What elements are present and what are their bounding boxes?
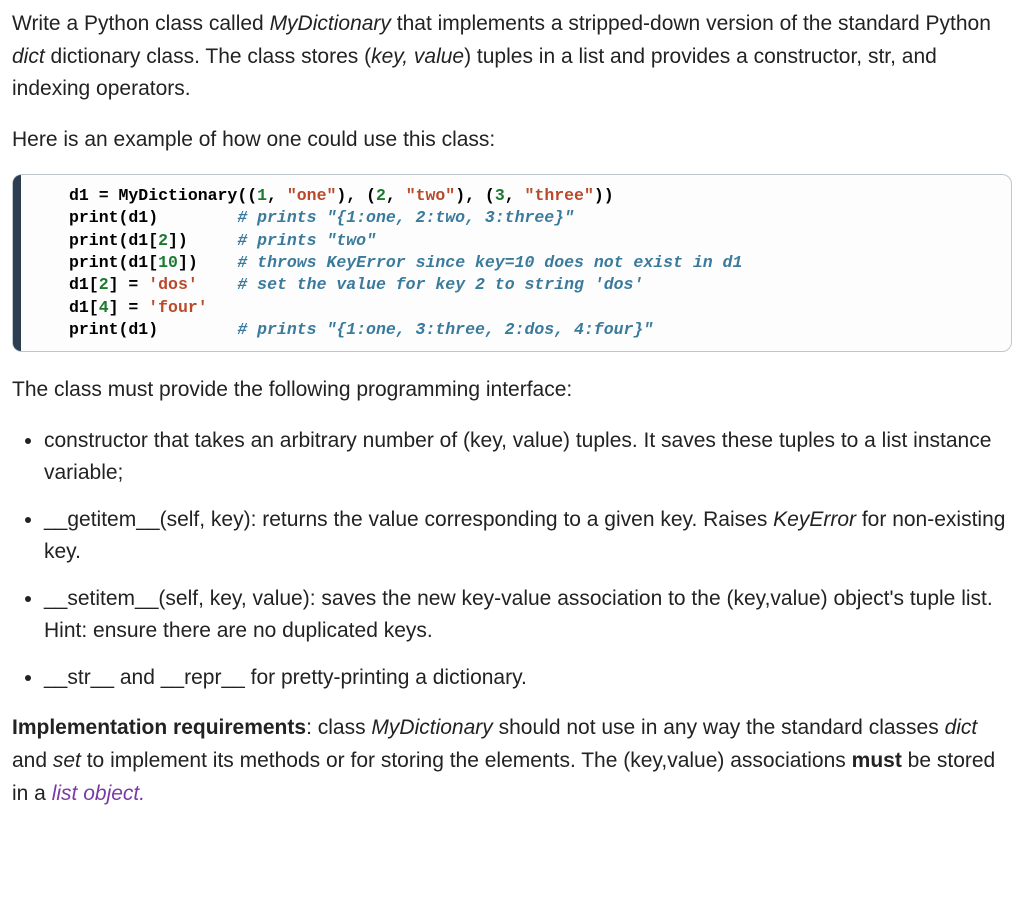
class-name: MyDictionary (371, 716, 492, 739)
text: and (12, 749, 53, 772)
code-num: 2 (376, 186, 386, 205)
code-text: ), ( (336, 186, 376, 205)
code-example: d1 = MyDictionary((1, "one"), (2, "two")… (13, 175, 1011, 351)
code-num: 3 (495, 186, 505, 205)
text: Write a Python class called (12, 12, 270, 35)
interface-intro: The class must provide the following pro… (12, 374, 1012, 407)
code-text: ] = (109, 275, 149, 294)
object-word: object. (77, 782, 145, 805)
code-str: 'four' (148, 298, 207, 317)
list-name: list (52, 782, 78, 805)
code-text: )) (594, 186, 614, 205)
text: __getitem__(self, key): returns the valu… (44, 508, 773, 531)
text: : class (306, 716, 371, 739)
list-item: __str__ and __repr__ for pretty-printing… (44, 662, 1012, 695)
set-name: set (53, 749, 81, 772)
code-text: ), ( (455, 186, 495, 205)
must-word: must (852, 749, 902, 772)
code-str: "one" (287, 186, 337, 205)
list-item: constructor that takes an arbitrary numb… (44, 425, 1012, 490)
code-str: "three" (525, 186, 594, 205)
code-text: print(d1) (69, 320, 237, 339)
code-text: d1 = MyDictionary(( (69, 186, 257, 205)
class-name: MyDictionary (270, 12, 391, 35)
text: dictionary class. The class stores ( (45, 45, 371, 68)
code-text: ]) (168, 231, 237, 250)
code-num: 10 (158, 253, 178, 272)
code-text: d1[ (69, 298, 99, 317)
code-text: , (267, 186, 287, 205)
requirements-paragraph: Implementation requirements: class MyDic… (12, 712, 1012, 810)
code-num: 4 (99, 298, 109, 317)
code-comment: # prints "two" (237, 231, 376, 250)
code-text (198, 275, 238, 294)
interface-list: constructor that takes an arbitrary numb… (12, 425, 1012, 695)
list-item: __getitem__(self, key): returns the valu… (44, 504, 1012, 569)
intro-paragraph: Write a Python class called MyDictionary… (12, 8, 1012, 106)
code-text: , (505, 186, 525, 205)
code-comment: # set the value for key 2 to string 'dos… (237, 275, 643, 294)
kv-label: key, value (371, 45, 464, 68)
code-text: d1[ (69, 275, 99, 294)
dict-name: dict (12, 45, 45, 68)
dict-name: dict (945, 716, 978, 739)
req-label: Implementation requirements (12, 716, 306, 739)
code-num: 1 (257, 186, 267, 205)
code-num: 2 (158, 231, 168, 250)
code-num: 2 (99, 275, 109, 294)
code-text: print(d1) (69, 208, 237, 227)
text: should not use in any way the standard c… (493, 716, 945, 739)
example-intro: Here is an example of how one could use … (12, 124, 1012, 157)
code-comment: # prints "{1:one, 2:two, 3:three}" (237, 208, 574, 227)
list-item: __setitem__(self, key, value): saves the… (44, 583, 1012, 648)
code-text: , (386, 186, 406, 205)
code-comment: # throws KeyError since key=10 does not … (237, 253, 742, 272)
code-text: ] = (109, 298, 149, 317)
code-str: "two" (406, 186, 456, 205)
code-str: 'dos' (148, 275, 198, 294)
text: that implements a stripped-down version … (391, 12, 991, 35)
code-text: ]) (178, 253, 237, 272)
text: to implement its methods or for storing … (81, 749, 852, 772)
keyerror-name: KeyError (773, 508, 856, 531)
code-text: print(d1[ (69, 253, 158, 272)
code-example-box: d1 = MyDictionary((1, "one"), (2, "two")… (12, 174, 1012, 352)
code-comment: # prints "{1:one, 3:three, 2:dos, 4:four… (237, 320, 653, 339)
code-text: print(d1[ (69, 231, 158, 250)
